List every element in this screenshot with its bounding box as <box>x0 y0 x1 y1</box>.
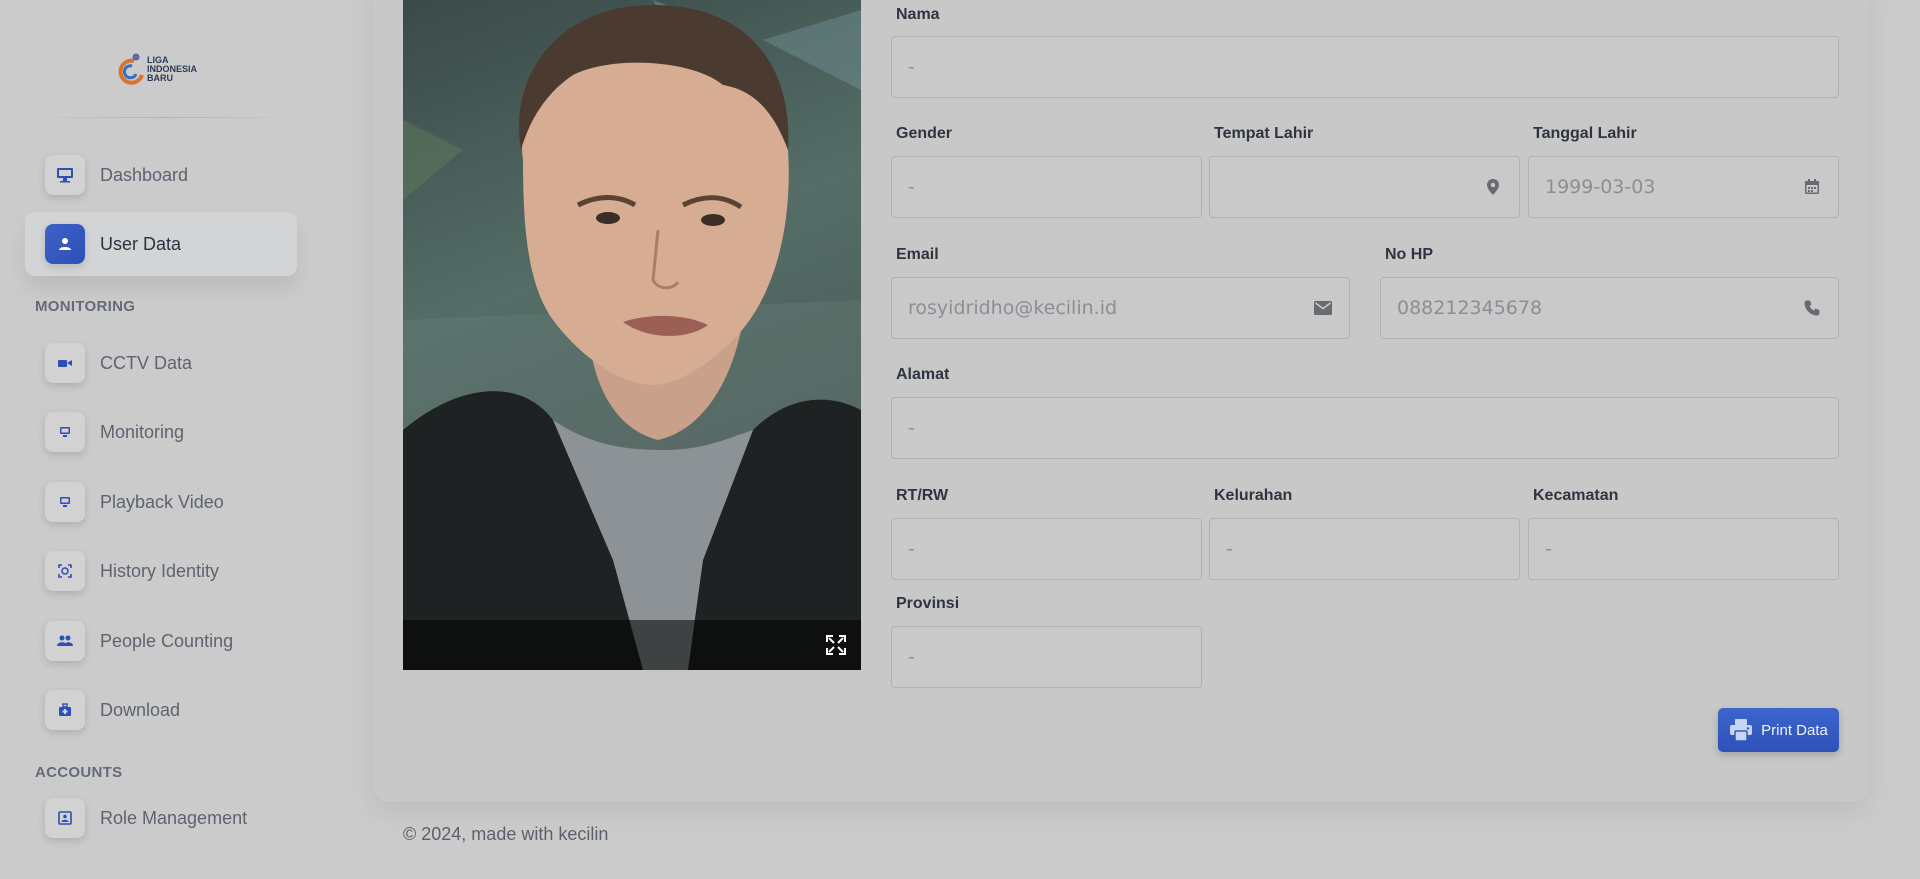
sidebar-divider <box>28 117 300 118</box>
sidebar-item-label: Monitoring <box>100 421 185 442</box>
email-label: Email <box>896 246 939 263</box>
provinsi-field[interactable]: - <box>891 626 1202 688</box>
sidebar-item-label: People Counting <box>100 630 234 651</box>
user-photo[interactable] <box>403 0 861 670</box>
screen-icon <box>45 412 85 452</box>
face-scan-icon <box>45 551 85 591</box>
kecamatan-value: - <box>1545 538 1552 560</box>
tempat-lahir-field[interactable] <box>1209 156 1520 218</box>
email-value: rosyidridho@kecilin.id <box>908 297 1118 319</box>
monitor-icon <box>45 155 85 195</box>
print-data-button[interactable]: Print Data <box>1718 708 1839 752</box>
sidebar-item-download[interactable]: Download <box>25 678 297 742</box>
footer-copyright: © 2024, made with kecilin <box>403 824 609 844</box>
sidebar-item-history-identity[interactable]: History Identity <box>25 539 297 603</box>
sidebar-item-role-management[interactable]: Role Management <box>25 786 297 850</box>
section-heading-monitoring: MONITORING <box>35 298 136 315</box>
user-icon <box>45 224 85 264</box>
rt-rw-label: RT/RW <box>896 487 949 504</box>
alamat-field[interactable]: - <box>891 397 1839 459</box>
sidebar-item-user-data[interactable]: User Data <box>25 212 297 276</box>
print-data-label: Print Data <box>1761 721 1828 739</box>
alamat-value: - <box>908 417 915 439</box>
liga-indonesia-baru-logo[interactable]: LIGA INDONESIA BARU <box>112 48 212 90</box>
tanggal-lahir-value: 1999-03-03 <box>1545 176 1656 198</box>
email-field[interactable]: rosyidridho@kecilin.id <box>891 277 1350 339</box>
sidebar-item-label: History Identity <box>100 560 220 581</box>
logo-text: LIGA INDONESIA BARU <box>147 55 197 83</box>
sidebar-item-label: CCTV Data <box>100 352 193 373</box>
tanggal-lahir-label: Tanggal Lahir <box>1533 125 1637 142</box>
screen-icon <box>45 482 85 522</box>
sidebar-item-monitoring[interactable]: Monitoring <box>25 400 297 464</box>
gender-field[interactable]: - <box>891 156 1202 218</box>
nama-label: Nama <box>896 6 940 23</box>
user-photo-image <box>403 0 861 670</box>
section-heading-accounts: ACCOUNTS <box>35 764 123 781</box>
gender-value: - <box>908 176 915 198</box>
sidebar-item-playback-video[interactable]: Playback Video <box>25 470 297 534</box>
no-hp-field[interactable]: 088212345678 <box>1380 277 1839 339</box>
sidebar-item-label: Dashboard <box>100 164 189 185</box>
alamat-label: Alamat <box>896 366 950 383</box>
nama-field[interactable]: - <box>891 36 1839 98</box>
people-icon <box>45 621 85 661</box>
envelope-icon <box>1313 298 1333 318</box>
sidebar: LIGA INDONESIA BARU Dashboard User Data … <box>0 0 320 879</box>
kecamatan-field[interactable]: - <box>1528 518 1839 580</box>
expand-fullscreen-icon[interactable] <box>825 634 847 656</box>
id-card-icon <box>45 798 85 838</box>
rt-rw-value: - <box>908 538 915 560</box>
photo-overlay-bar <box>403 620 861 670</box>
tempat-lahir-label: Tempat Lahir <box>1214 125 1314 142</box>
kelurahan-value: - <box>1226 538 1233 560</box>
logo-line-3: BARU <box>147 72 173 83</box>
no-hp-label: No HP <box>1385 246 1433 263</box>
sidebar-item-label: Role Management <box>100 807 248 828</box>
rt-rw-field[interactable]: - <box>891 518 1202 580</box>
sidebar-item-people-counting[interactable]: People Counting <box>25 609 297 673</box>
sidebar-item-cctv-data[interactable]: CCTV Data <box>25 331 297 395</box>
sidebar-item-label: Playback Video <box>100 491 224 512</box>
sidebar-item-label: User Data <box>100 233 182 254</box>
printer-icon <box>1730 719 1753 741</box>
phone-icon <box>1802 298 1822 318</box>
sidebar-item-dashboard[interactable]: Dashboard <box>25 143 297 207</box>
location-pin-icon <box>1483 177 1503 197</box>
logo-mark-icon <box>112 49 146 89</box>
gender-label: Gender <box>896 125 953 142</box>
provinsi-value: - <box>908 646 915 668</box>
video-camera-icon <box>45 343 85 383</box>
nama-value: - <box>908 56 915 78</box>
kelurahan-field[interactable]: - <box>1209 518 1520 580</box>
sidebar-item-label: Download <box>100 699 181 720</box>
tanggal-lahir-field[interactable]: 1999-03-03 <box>1528 156 1839 218</box>
kelurahan-label: Kelurahan <box>1214 487 1293 504</box>
calendar-icon <box>1802 177 1822 197</box>
download-box-icon <box>45 690 85 730</box>
no-hp-value: 088212345678 <box>1397 297 1543 319</box>
provinsi-label: Provinsi <box>896 595 960 612</box>
kecamatan-label: Kecamatan <box>1533 487 1619 504</box>
